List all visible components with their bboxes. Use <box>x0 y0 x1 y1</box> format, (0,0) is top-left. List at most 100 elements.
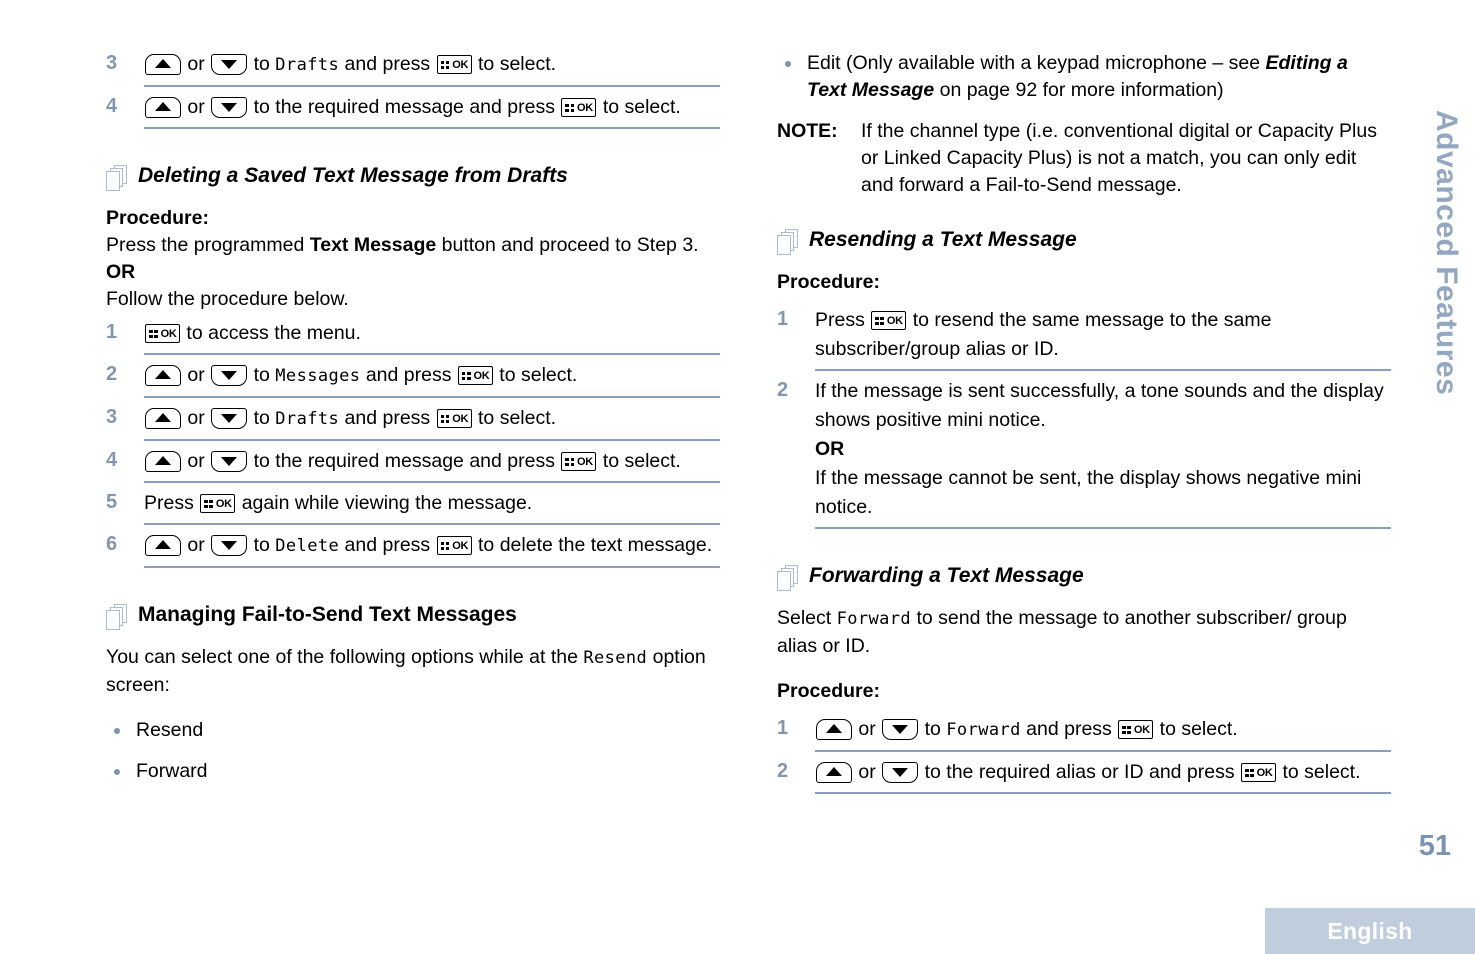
intro-tail: button and proceed to Step 3. <box>441 234 699 256</box>
menu-item-label: Delete <box>275 536 340 556</box>
ok-key-icon[interactable]: OK <box>200 494 236 513</box>
ok-key-icon[interactable]: OK <box>561 98 597 117</box>
section-heading-resending: Resending a Text Message <box>777 227 1391 255</box>
step-text: Press OK to resend the same message to t… <box>815 306 1391 364</box>
ok-key-icon[interactable]: OK <box>145 324 180 343</box>
step-item: 2 If the message is sent successfully, a… <box>777 377 1391 522</box>
step-item: 2 or to the required alias or ID and pre… <box>777 758 1391 787</box>
step-separator <box>144 523 720 525</box>
step-mid-text: to <box>253 534 270 556</box>
up-arrow-key-icon[interactable] <box>145 365 181 386</box>
step-number: 2 <box>777 379 789 401</box>
step-mid-text: to the required alias or ID and press <box>924 761 1235 783</box>
procedure-intro: Press the programmed Text Message button… <box>106 232 720 259</box>
step-post-b: to select. <box>602 450 681 472</box>
step-mid-text: to <box>924 718 941 740</box>
step-text: or to Messages and press OK to select. <box>144 361 720 391</box>
step-item: 3 or to Drafts and press OK to select. <box>106 50 720 80</box>
step-post-b: to select. <box>602 96 681 118</box>
right-column: Edit (Only available with a keypad micro… <box>777 50 1391 800</box>
step-post-a: and press <box>1026 718 1112 740</box>
section-heading-text: Forwarding a Text Message <box>809 564 1084 587</box>
ok-key-icon[interactable]: OK <box>1241 763 1277 782</box>
step-post-b: to select. <box>478 53 557 75</box>
up-arrow-key-icon[interactable] <box>816 762 852 783</box>
follow-text: Follow the procedure below. <box>106 288 349 310</box>
menu-item-label: Drafts <box>275 409 340 429</box>
step-text: or to the required message and press OK … <box>144 93 720 122</box>
up-arrow-key-icon[interactable] <box>145 451 181 472</box>
step-lead: Press <box>144 492 194 514</box>
menu-item-label: Forward <box>946 720 1021 740</box>
up-arrow-key-icon[interactable] <box>145 408 181 429</box>
list-item: Resend <box>106 717 720 744</box>
stacked-pages-icon <box>777 229 799 255</box>
up-arrow-key-icon[interactable] <box>816 719 852 740</box>
page-number: 51 <box>1418 830 1451 862</box>
step-number: 3 <box>106 52 118 74</box>
ok-key-icon[interactable]: OK <box>436 409 472 428</box>
or-word: or <box>858 761 876 783</box>
step-number: 4 <box>106 95 118 117</box>
list-item: Edit (Only available with a keypad micro… <box>777 50 1391 104</box>
or-label: OR <box>106 261 136 283</box>
step-text: If the message is sent successfully, a t… <box>815 377 1391 522</box>
down-arrow-key-icon[interactable] <box>211 97 248 118</box>
down-arrow-key-icon[interactable] <box>211 54 248 75</box>
ok-key-icon[interactable]: OK <box>871 311 907 330</box>
step-item: 3 or to Drafts and press OK to select. <box>106 404 720 434</box>
ok-key-icon[interactable]: OK <box>436 536 472 555</box>
procedure-label: Procedure: <box>777 271 880 293</box>
ok-key-icon[interactable]: OK <box>561 452 597 471</box>
step-number: 5 <box>106 491 118 513</box>
step-text: or to the required message and press OK … <box>144 447 720 476</box>
bullet-lead: Edit (Only available with a keypad micro… <box>807 52 1261 74</box>
up-arrow-key-icon[interactable] <box>145 54 181 75</box>
step-number: 1 <box>777 717 789 739</box>
step-separator <box>144 353 720 355</box>
step-post-b: to select. <box>499 364 578 386</box>
menu-item-label: Forward <box>836 609 912 629</box>
up-arrow-key-icon[interactable] <box>145 535 181 556</box>
list-item: Forward <box>106 758 720 785</box>
down-arrow-key-icon[interactable] <box>211 365 248 386</box>
step-mid-text: to <box>253 53 270 75</box>
step-mid-text: to the required message and press <box>253 450 555 472</box>
managing-intro: You can select one of the following opti… <box>106 644 720 699</box>
down-arrow-key-icon[interactable] <box>211 451 248 472</box>
down-arrow-key-icon[interactable] <box>211 535 248 556</box>
step-post-a: and press <box>344 53 431 75</box>
bullet-tail: on page 92 for more information) <box>939 79 1224 101</box>
document-page: 3 or to Drafts and press OK to select. 4… <box>0 0 1475 954</box>
step-post-a: and press <box>344 534 431 556</box>
section-heading-text: Managing Fail-to-Send Text Messages <box>138 603 517 626</box>
or-word: or <box>187 53 205 75</box>
ok-key-icon[interactable]: OK <box>457 366 493 385</box>
step-tail: to access the menu. <box>186 322 361 344</box>
forwarding-intro: Select Forward to send the message to an… <box>777 605 1391 660</box>
procedure-label: Procedure: <box>777 680 880 702</box>
step-post-a: and press <box>365 364 452 386</box>
menu-item-label: Drafts <box>275 55 340 75</box>
step-number: 3 <box>106 406 118 428</box>
chapter-side-tab: Advanced Features <box>1423 110 1469 440</box>
down-arrow-key-icon[interactable] <box>882 719 919 740</box>
step-mid-text: to <box>253 407 270 429</box>
or-word: or <box>187 534 205 556</box>
step-item: 4 or to the required message and press O… <box>106 447 720 476</box>
ok-key-icon[interactable]: OK <box>436 55 472 74</box>
down-arrow-key-icon[interactable] <box>882 762 919 783</box>
intro-lead: You can select one of the following opti… <box>106 646 578 668</box>
step-separator <box>815 750 1391 752</box>
left-column: 3 or to Drafts and press OK to select. 4… <box>106 50 720 785</box>
step-item: 1 Press OK to resend the same message to… <box>777 306 1391 364</box>
ok-key-icon[interactable]: OK <box>1118 720 1154 739</box>
step-item: 6 or to Delete and press OK to delete th… <box>106 531 720 561</box>
up-arrow-key-icon[interactable] <box>145 97 181 118</box>
or-word: or <box>187 450 205 472</box>
step-text: or to Delete and press OK to delete the … <box>144 531 720 561</box>
step-separator <box>144 439 720 441</box>
step-number: 1 <box>106 321 118 343</box>
down-arrow-key-icon[interactable] <box>211 408 248 429</box>
step-post-b: to delete the text message. <box>478 534 713 556</box>
